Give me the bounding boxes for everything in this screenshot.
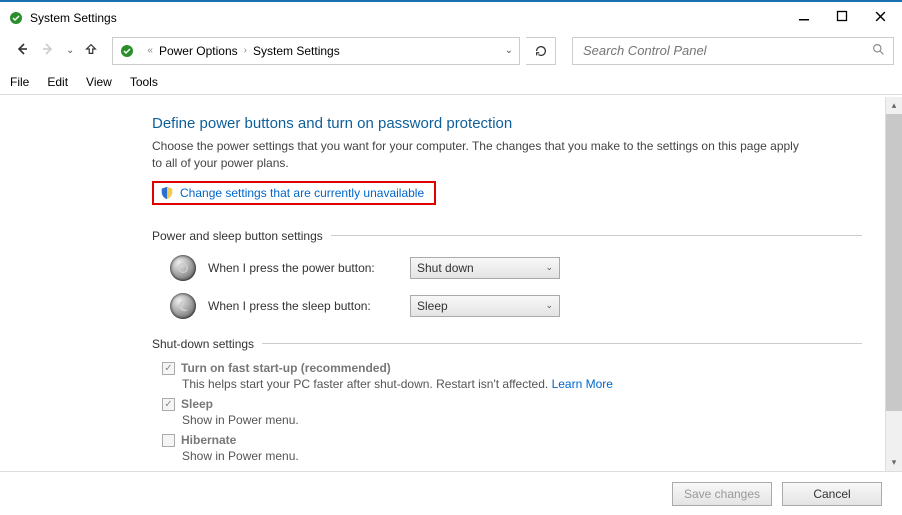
vertical-scrollbar[interactable]: ▴ ▾ <box>885 97 902 471</box>
section-shutdown-label: Shut-down settings <box>152 337 254 351</box>
window-title: System Settings <box>30 11 796 25</box>
menu-view[interactable]: View <box>86 75 112 89</box>
sleep-button-icon <box>170 293 196 319</box>
power-button-icon <box>170 255 196 281</box>
change-settings-link[interactable]: Change settings that are currently unava… <box>180 186 424 200</box>
forward-button[interactable] <box>40 41 56 60</box>
app-icon <box>8 10 24 26</box>
sleep-option-sub: Show in Power menu. <box>182 413 862 427</box>
breadcrumb-level1[interactable]: Power Options <box>159 44 238 58</box>
page-heading: Define power buttons and turn on passwor… <box>152 115 862 132</box>
fast-startup-checkbox[interactable]: ✓ <box>162 362 175 375</box>
sleep-button-value: Sleep <box>417 299 448 313</box>
breadcrumb-level2[interactable]: System Settings <box>253 44 340 58</box>
close-button[interactable] <box>872 10 888 26</box>
section-shutdown: Shut-down settings <box>152 337 862 351</box>
sleep-option-label: Sleep <box>181 397 213 411</box>
navigation-bar: ⌄ « Power Options › System Settings ⌄ <box>0 33 902 69</box>
sleep-checkbox[interactable]: ✓ <box>162 398 175 411</box>
chevron-down-icon: ⌄ <box>545 300 553 311</box>
hibernate-option-label: Hibernate <box>181 433 236 447</box>
content-area: Define power buttons and turn on passwor… <box>0 97 902 471</box>
section-power-sleep-label: Power and sleep button settings <box>152 229 323 243</box>
address-dropdown-icon[interactable]: ⌄ <box>505 45 513 56</box>
menu-edit[interactable]: Edit <box>47 75 68 89</box>
power-button-value: Shut down <box>417 261 474 275</box>
refresh-button[interactable] <box>526 37 556 65</box>
menu-tools[interactable]: Tools <box>130 75 158 89</box>
cancel-button[interactable]: Cancel <box>782 482 882 506</box>
section-power-sleep: Power and sleep button settings <box>152 229 862 243</box>
power-button-combo[interactable]: Shut down ⌄ <box>410 257 560 279</box>
search-box[interactable] <box>572 37 894 65</box>
search-input[interactable] <box>581 42 872 59</box>
breadcrumb-separator-icon: › <box>244 45 247 56</box>
footer-bar: Save changes Cancel <box>0 471 902 515</box>
scroll-down-button[interactable]: ▾ <box>886 454 902 471</box>
fast-startup-sub: This helps start your PC faster after sh… <box>182 377 552 391</box>
hibernate-checkbox[interactable]: ✓ <box>162 434 175 447</box>
hibernate-option-sub: Show in Power menu. <box>182 449 862 463</box>
menu-file[interactable]: File <box>10 75 29 89</box>
sleep-button-combo[interactable]: Sleep ⌄ <box>410 295 560 317</box>
address-bar[interactable]: « Power Options › System Settings ⌄ <box>112 37 520 65</box>
power-button-label: When I press the power button: <box>208 261 398 275</box>
minimize-button[interactable] <box>796 10 812 25</box>
chevron-down-icon: ⌄ <box>545 262 553 273</box>
control-panel-icon <box>119 43 135 59</box>
search-icon[interactable] <box>872 43 885 59</box>
recent-dropdown[interactable]: ⌄ <box>66 45 74 56</box>
fast-startup-label: Turn on fast start-up (recommended) <box>181 361 391 375</box>
scroll-thumb[interactable] <box>886 114 902 411</box>
breadcrumb-prefix-icon: « <box>147 45 153 56</box>
sleep-button-label: When I press the sleep button: <box>208 299 398 313</box>
menu-bar: File Edit View Tools <box>0 69 902 95</box>
title-bar: System Settings <box>0 2 902 33</box>
learn-more-link[interactable]: Learn More <box>552 377 613 391</box>
change-settings-highlight: Change settings that are currently unava… <box>152 181 436 205</box>
scroll-up-button[interactable]: ▴ <box>886 97 902 114</box>
shield-icon <box>160 186 174 200</box>
save-changes-button[interactable]: Save changes <box>672 482 772 506</box>
page-description: Choose the power settings that you want … <box>152 138 812 173</box>
back-button[interactable] <box>14 41 30 60</box>
up-button[interactable] <box>84 42 98 59</box>
maximize-button[interactable] <box>834 10 850 25</box>
